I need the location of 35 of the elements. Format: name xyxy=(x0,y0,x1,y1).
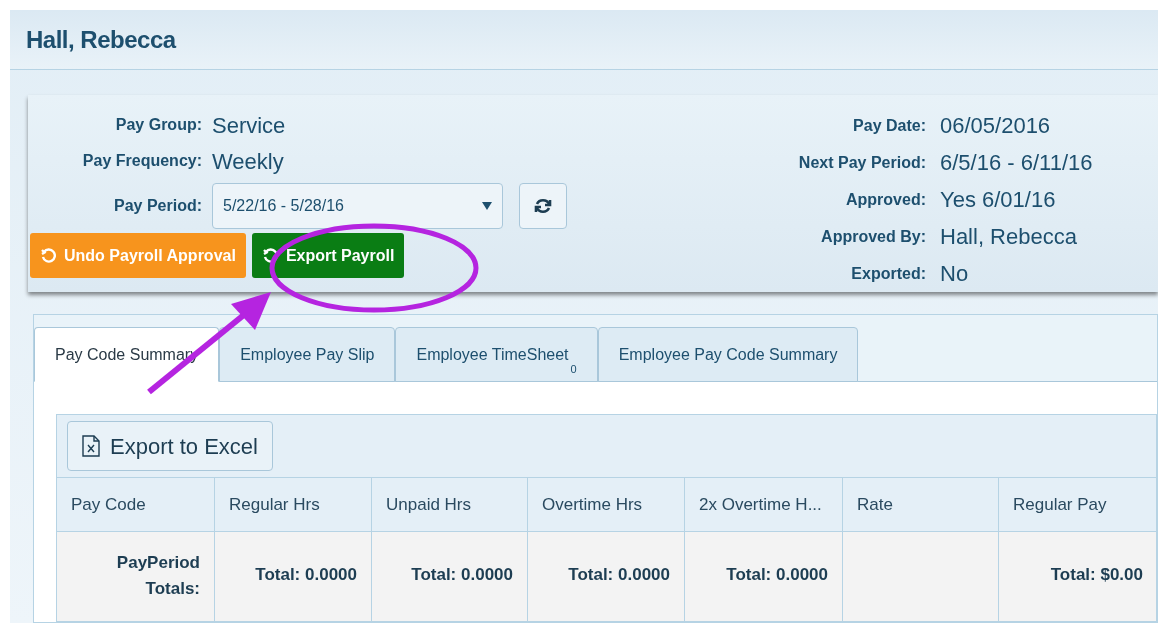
field-label: Pay Period: xyxy=(112,196,202,216)
field-label: Approved By: xyxy=(820,226,926,247)
field-value: 6/5/16 - 6/11/16 xyxy=(940,149,1094,177)
field-label: Pay Date: xyxy=(852,115,926,136)
field-value: Weekly xyxy=(212,147,284,176)
export-payroll-button[interactable]: Export Payroll xyxy=(251,233,405,278)
table-cell-text: Total: 0.0000 xyxy=(255,564,357,586)
tab[interactable]: Employee Pay Slip xyxy=(219,327,396,382)
excel-file-icon xyxy=(82,435,100,457)
field-label: Exported: xyxy=(850,263,926,284)
page-title: Hall, Rebecca xyxy=(26,24,176,55)
tab[interactable]: Employee Pay Code Summary xyxy=(597,327,859,382)
tab-count: 0 xyxy=(570,361,577,377)
field-label: Next Pay Period: xyxy=(797,152,926,173)
refresh-button[interactable] xyxy=(519,183,567,229)
tab[interactable]: Employee TimeSheet 0 xyxy=(395,327,598,382)
table-cell-text: Total: 0.0000 xyxy=(411,564,513,586)
field-label: Pay Frequency: xyxy=(81,151,202,171)
dropdown-caret-icon xyxy=(482,202,492,210)
field-value: 06/05/2016 xyxy=(940,112,1052,140)
field-value: No xyxy=(940,260,970,288)
field-label: Approved: xyxy=(845,189,926,210)
pay-period-select[interactable]: 5/22/16 - 5/28/16 xyxy=(212,183,503,229)
table-cell-text: Total: 0.0000 xyxy=(726,564,828,586)
undo-icon xyxy=(261,247,278,264)
refresh-icon xyxy=(534,198,552,214)
undo-icon xyxy=(40,247,56,264)
field-value: Hall, Rebecca xyxy=(940,223,1078,251)
field-label: Pay Group: xyxy=(114,115,202,135)
export-excel-button[interactable]: Export to Excel xyxy=(67,421,273,471)
table-cell-text: Total: 0.0000 xyxy=(568,564,670,586)
table-cell-text: Total: $0.00 xyxy=(1050,564,1143,586)
table-cell-text: PayPeriod Totals: xyxy=(115,552,200,600)
field-value: Yes 6/01/16 xyxy=(940,186,1057,214)
field-value: Service xyxy=(212,111,286,140)
